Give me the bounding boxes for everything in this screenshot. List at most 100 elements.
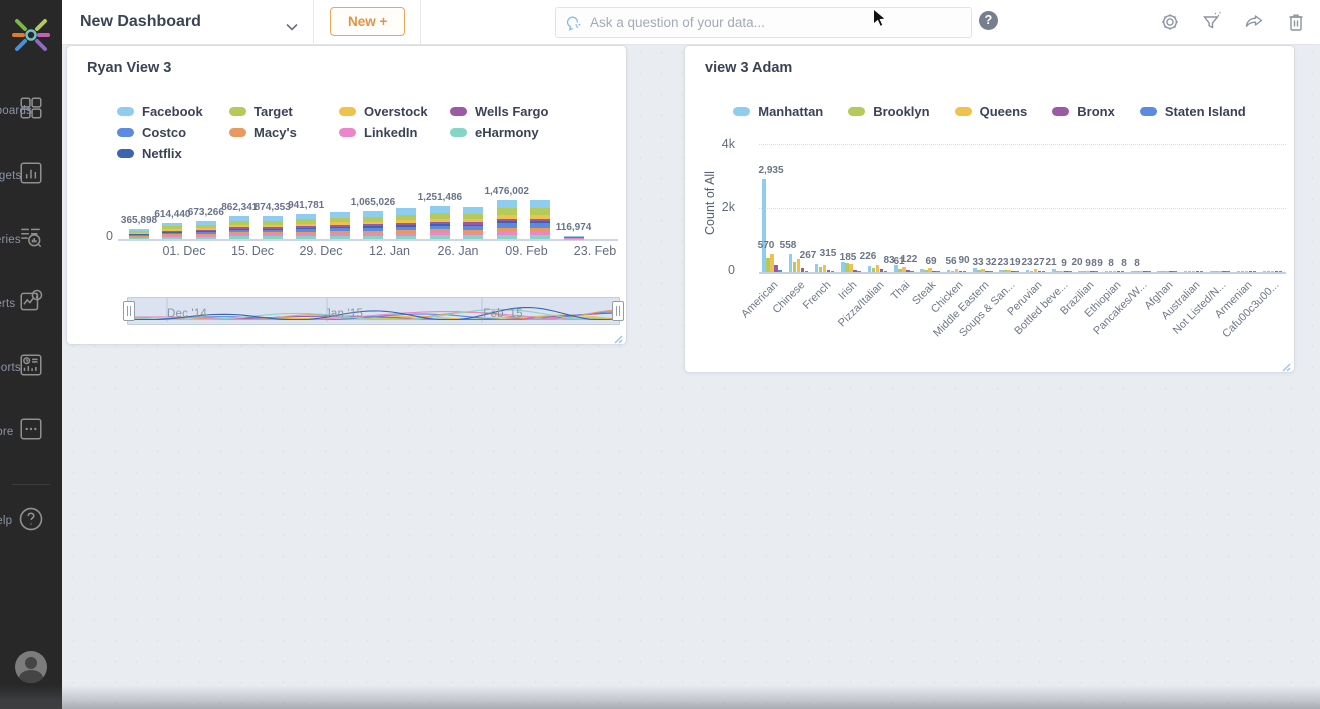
stacked-bar[interactable]	[129, 229, 149, 239]
grouped-bar-staten-island[interactable]	[778, 270, 782, 272]
grouped-bar-staten-island[interactable]	[910, 271, 914, 272]
widget-resize-handle[interactable]	[613, 331, 623, 341]
settings-gear-icon[interactable]	[1158, 10, 1182, 34]
grouped-bar-staten-island[interactable]	[1094, 271, 1098, 272]
bar-value-label: 9	[1061, 258, 1067, 269]
grouped-bar-staten-island[interactable]	[936, 271, 940, 272]
sidebar-item-help[interactable]: Help	[0, 505, 62, 533]
legend-item-costco[interactable]: Costco	[117, 125, 229, 140]
stacked-bar[interactable]	[497, 200, 517, 239]
bar-value-label: 122	[901, 254, 918, 265]
sidebar: Dashboards Widgets	[0, 0, 62, 709]
sidebar-item-alerts[interactable]: Alerts	[0, 288, 62, 314]
grouped-bar-staten-island[interactable]	[1279, 271, 1283, 272]
bar-segment-eharmony	[463, 235, 483, 239]
filters-icon[interactable]	[1200, 10, 1224, 34]
legend-item-eharmony[interactable]: eHarmony	[450, 125, 548, 140]
widget-view-3-adam[interactable]: view 3 Adam ManhattanBrooklynQueensBronx…	[684, 45, 1295, 373]
grouped-bar-staten-island[interactable]	[989, 271, 993, 272]
dashboard-title[interactable]: New Dashboard	[80, 0, 201, 44]
legend-item-facebook[interactable]: Facebook	[117, 104, 229, 119]
legend-item-queens[interactable]: Queens	[955, 104, 1028, 119]
grouped-bar-staten-island[interactable]	[884, 271, 888, 272]
stacked-bar[interactable]	[296, 214, 316, 239]
search-input[interactable]	[588, 8, 962, 37]
legend-item-staten-island[interactable]: Staten Island	[1140, 104, 1246, 119]
widget-resize-handle[interactable]	[1281, 359, 1291, 369]
legend-label: Costco	[142, 125, 186, 140]
grouped-bar-staten-island[interactable]	[963, 271, 967, 272]
grouped-bar-staten-island[interactable]	[1253, 271, 1257, 272]
delete-trash-icon[interactable]	[1284, 10, 1308, 34]
sidebar-item-reports[interactable]: Reports	[0, 352, 62, 378]
chevron-down-icon[interactable]	[286, 18, 298, 36]
navigator-left-handle[interactable]	[123, 301, 135, 321]
app-logo-icon[interactable]	[8, 12, 54, 58]
bar-value-label: 315	[820, 248, 837, 259]
range-navigator[interactable]: Dec '14Jan '15Feb '15	[127, 297, 620, 325]
grouped-bar-staten-island[interactable]	[1226, 271, 1230, 272]
sidebar-item-more[interactable]: More	[0, 416, 62, 442]
bar-segment-facebook	[430, 206, 450, 213]
stacked-bar[interactable]	[530, 200, 550, 239]
app-window: Dashboards Widgets	[0, 0, 1320, 709]
legend-swatch	[450, 107, 467, 116]
bar-segment-target	[497, 208, 517, 215]
bar-value-label: 226	[860, 251, 877, 262]
legend-item-wells-fargo[interactable]: Wells Fargo	[450, 104, 548, 119]
stacked-bar[interactable]	[196, 221, 216, 239]
bar-value-label: 23	[997, 257, 1008, 268]
bar-total-label: 862,341	[221, 202, 257, 213]
stacked-bar[interactable]	[330, 212, 350, 239]
bar-segment-eharmony	[162, 237, 182, 239]
stacked-bar[interactable]	[229, 216, 249, 239]
sidebar-item-label: Help	[0, 515, 12, 527]
stacked-bar[interactable]	[564, 236, 584, 239]
grouped-bar-staten-island[interactable]	[1015, 271, 1019, 272]
grouped-bar-staten-island[interactable]	[1068, 271, 1072, 272]
bar-value-label: 69	[925, 256, 936, 267]
legend-item-macy-s[interactable]: Macy's	[229, 125, 339, 140]
legend-item-brooklyn[interactable]: Brooklyn	[848, 104, 929, 119]
help-button[interactable]: ?	[979, 11, 998, 30]
legend-label: Manhattan	[758, 104, 823, 119]
legend-item-netflix[interactable]: Netflix	[117, 146, 229, 161]
grouped-bar-staten-island[interactable]	[1173, 271, 1177, 272]
stacked-bar[interactable]	[363, 211, 383, 239]
legend-item-linkedin[interactable]: LinkedIn	[339, 125, 450, 140]
grouped-bar-staten-island[interactable]	[1121, 271, 1125, 272]
legend-item-overstock[interactable]: Overstock	[339, 104, 450, 119]
grouped-bar-staten-island[interactable]	[1042, 271, 1046, 272]
legend-item-target[interactable]: Target	[229, 104, 339, 119]
stacked-bar[interactable]	[162, 223, 182, 239]
widget-ryan-view-3[interactable]: Ryan View 3 FacebookTargetOverstockWells…	[66, 45, 627, 345]
grouped-bar-staten-island[interactable]	[805, 271, 809, 272]
share-icon[interactable]	[1242, 10, 1266, 34]
stacked-bar[interactable]	[463, 207, 483, 239]
grouped-bar-staten-island[interactable]	[857, 271, 861, 272]
stacked-bar[interactable]	[396, 208, 416, 239]
legend-swatch	[117, 128, 134, 137]
sidebar-item-queries[interactable]: Queries	[0, 224, 62, 250]
legend-item-bronx[interactable]: Bronx	[1052, 104, 1115, 119]
grouped-bar-staten-island[interactable]	[1200, 271, 1204, 272]
avatar-body-icon	[19, 670, 43, 683]
user-avatar[interactable]	[15, 651, 47, 683]
sidebar-item-widgets[interactable]: Widgets	[0, 160, 62, 186]
adam-legend: Manhattan Brooklyn Queens Bronx Staten Islan…	[685, 104, 1294, 119]
sidebar-item-dashboards[interactable]: Dashboards	[0, 95, 62, 121]
legend-label: Wells Fargo	[475, 104, 548, 119]
sidebar-item-label: Reports	[0, 362, 21, 374]
x-category-label: French	[801, 279, 834, 312]
bar-segment-eharmony	[530, 235, 550, 239]
navigator-right-handle[interactable]	[612, 301, 624, 321]
sidebar-item-label: Dashboards	[0, 105, 32, 117]
new-dashboard-button[interactable]: New +	[330, 7, 405, 36]
stacked-bar[interactable]	[430, 206, 450, 239]
legend-label: Macy's	[254, 125, 297, 140]
grouped-bar-staten-island[interactable]	[831, 271, 835, 272]
stacked-bar[interactable]	[263, 216, 283, 239]
legend-item-manhattan[interactable]: Manhattan	[733, 104, 823, 119]
grouped-bar-staten-island[interactable]	[1147, 271, 1151, 272]
bar-total-label: 874,353	[255, 202, 291, 213]
